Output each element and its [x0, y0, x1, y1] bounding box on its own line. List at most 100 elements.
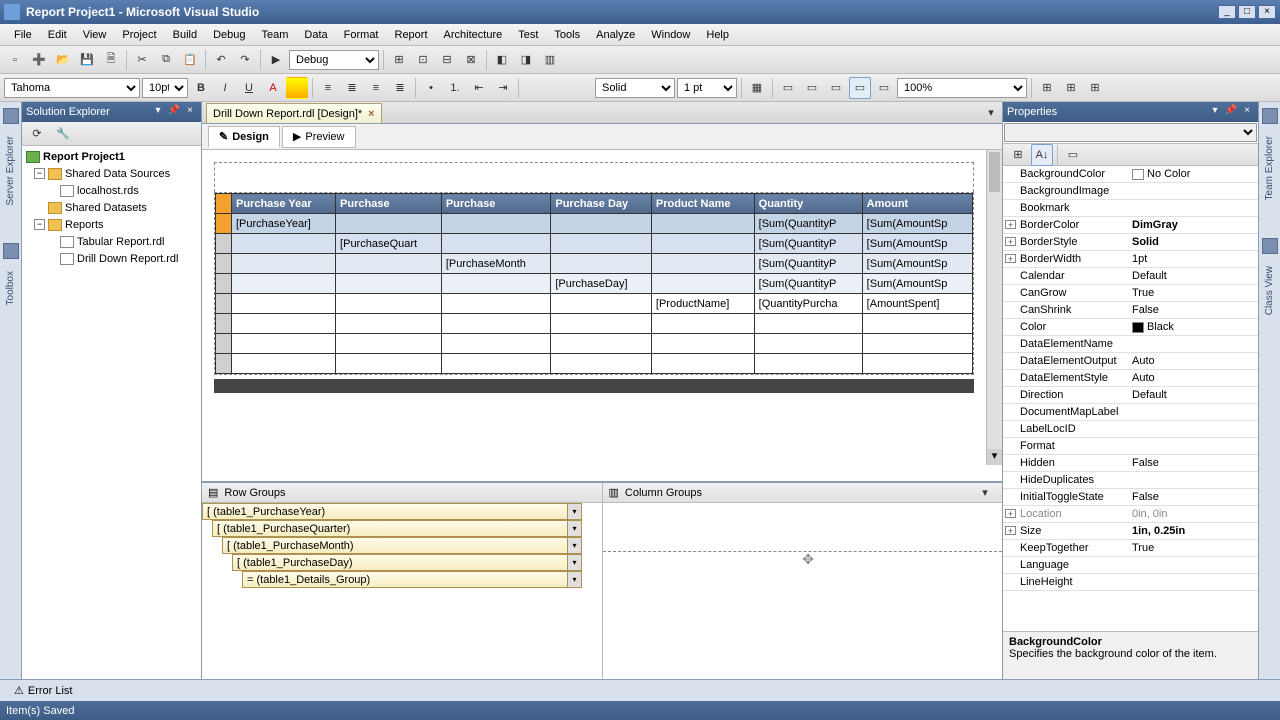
property-value[interactable]: Default	[1128, 387, 1258, 403]
property-value[interactable]	[1128, 574, 1258, 590]
layout-btn-3[interactable]: ▭	[825, 77, 847, 99]
menu-report[interactable]: Report	[387, 27, 436, 43]
tree-item[interactable]: Tabular Report.rdl	[77, 236, 164, 248]
groups-menu-button[interactable]: ▾	[974, 482, 996, 504]
font-color-button[interactable]: A	[262, 77, 284, 99]
layout-btn-4[interactable]: ▭	[849, 77, 871, 99]
tablix-cell[interactable]: [PurchaseQuart	[336, 234, 442, 254]
property-row[interactable]: CalendarDefault	[1003, 268, 1258, 285]
property-pages-button[interactable]: ▭	[1062, 144, 1084, 166]
justify-button[interactable]: ≣	[389, 77, 411, 99]
design-surface[interactable]: Purchase YearPurchasePurchasePurchase Da…	[202, 150, 1002, 481]
align-right-button[interactable]: ≡	[365, 77, 387, 99]
layout-btn-1[interactable]: ▭	[777, 77, 799, 99]
column-header[interactable]: Product Name	[651, 194, 754, 214]
property-row[interactable]: DataElementName	[1003, 336, 1258, 353]
menu-edit[interactable]: Edit	[40, 27, 75, 43]
menu-format[interactable]: Format	[336, 27, 387, 43]
tablix-cell[interactable]	[754, 354, 862, 374]
property-row[interactable]: LabelLocID	[1003, 421, 1258, 438]
row-group-item[interactable]: = (table1_Details_Group)▾	[242, 571, 582, 588]
tablix-cell[interactable]: [Sum(AmountSp	[862, 214, 972, 234]
panel-pin-button[interactable]: 📌	[1224, 105, 1238, 119]
property-value[interactable]: 1in, 0.25in	[1128, 523, 1258, 539]
tablix-cell[interactable]: [Sum(QuantityP	[754, 254, 862, 274]
tablix-cell[interactable]	[651, 334, 754, 354]
property-value[interactable]	[1128, 200, 1258, 216]
indent-button[interactable]: ⇥	[492, 77, 514, 99]
tablix-cell[interactable]: [Sum(AmountSp	[862, 234, 972, 254]
object-selector-combo[interactable]	[1004, 123, 1257, 142]
property-row[interactable]: LineHeight	[1003, 574, 1258, 591]
group-dropdown-button[interactable]: ▾	[567, 504, 581, 519]
tablix-cell[interactable]	[551, 214, 652, 234]
align-left-button[interactable]: ≡	[317, 77, 339, 99]
tablix-cell[interactable]	[651, 214, 754, 234]
property-value[interactable]: True	[1128, 540, 1258, 556]
tree-folder[interactable]: Reports	[65, 219, 104, 231]
tb-misc-2[interactable]: ⊡	[412, 49, 434, 71]
expand-toggle[interactable]: +	[1005, 509, 1016, 518]
row-group-item[interactable]: [ (table1_PurchaseYear)▾	[202, 503, 582, 520]
save-button[interactable]: 💾	[76, 49, 98, 71]
properties-button[interactable]: 🔧	[52, 123, 74, 145]
list-ol-button[interactable]: 1.	[444, 77, 466, 99]
property-value[interactable]: False	[1128, 489, 1258, 505]
property-row[interactable]: HiddenFalse	[1003, 455, 1258, 472]
tablix-cell[interactable]: [AmountSpent]	[862, 294, 972, 314]
property-row[interactable]: Bookmark	[1003, 200, 1258, 217]
layout-btn-7[interactable]: ⊞	[1060, 77, 1082, 99]
zoom-combo[interactable]: 100%	[897, 78, 1027, 98]
tablix-cell[interactable]: [ProductName]	[651, 294, 754, 314]
tablix-cell[interactable]	[754, 314, 862, 334]
tab-close-button[interactable]: ×	[368, 108, 374, 120]
tablix-cell[interactable]	[551, 234, 652, 254]
toolbox-tab[interactable]: Toolbox	[5, 271, 16, 305]
menu-window[interactable]: Window	[643, 27, 698, 43]
row-handle[interactable]	[216, 334, 232, 354]
tablix-cell[interactable]	[551, 294, 652, 314]
tablix-cell[interactable]: [PurchaseYear]	[232, 214, 336, 234]
property-value[interactable]	[1128, 472, 1258, 488]
tablix-cell[interactable]	[441, 274, 551, 294]
property-row[interactable]: +Size1in, 0.25in	[1003, 523, 1258, 540]
group-dropdown-button[interactable]: ▾	[567, 572, 581, 587]
redo-button[interactable]: ↷	[234, 49, 256, 71]
tablix-cell[interactable]	[232, 314, 336, 334]
tablix-cell[interactable]: [Sum(QuantityP	[754, 274, 862, 294]
property-value[interactable]: True	[1128, 285, 1258, 301]
border-style-combo[interactable]: Solid	[595, 78, 675, 98]
tablix-cell[interactable]	[551, 354, 652, 374]
property-row[interactable]: +Location0in, 0in	[1003, 506, 1258, 523]
row-handle[interactable]	[216, 294, 232, 314]
class-view-icon[interactable]	[1262, 238, 1278, 254]
property-row[interactable]: KeepTogetherTrue	[1003, 540, 1258, 557]
group-dropdown-button[interactable]: ▾	[567, 538, 581, 553]
tb-misc-6[interactable]: ◨	[515, 49, 537, 71]
tablix-cell[interactable]	[232, 234, 336, 254]
italic-button[interactable]: I	[214, 77, 236, 99]
panel-pin-button[interactable]: 📌	[167, 105, 181, 119]
undo-button[interactable]: ↶	[210, 49, 232, 71]
tb-misc-4[interactable]: ⊠	[460, 49, 482, 71]
back-color-button[interactable]	[286, 77, 308, 99]
tablix-cell[interactable]: [QuantityPurcha	[754, 294, 862, 314]
column-header[interactable]: Purchase	[336, 194, 442, 214]
property-row[interactable]: CanShrinkFalse	[1003, 302, 1258, 319]
configuration-combo[interactable]: Debug	[289, 50, 379, 70]
group-dropdown-button[interactable]: ▾	[567, 555, 581, 570]
tablix-cell[interactable]	[336, 274, 442, 294]
tablix-cell[interactable]	[651, 254, 754, 274]
menu-test[interactable]: Test	[510, 27, 546, 43]
font-size-combo[interactable]: 10pt	[142, 78, 188, 98]
tree-item[interactable]: localhost.rds	[77, 185, 139, 197]
tablix-cell[interactable]	[232, 294, 336, 314]
tablix-cell[interactable]	[336, 294, 442, 314]
row-handle[interactable]	[216, 254, 232, 274]
tab-overflow-button[interactable]: ▾	[980, 101, 1002, 123]
minimize-button[interactable]: _	[1218, 5, 1236, 19]
tablix-cell[interactable]	[441, 294, 551, 314]
list-ul-button[interactable]: •	[420, 77, 442, 99]
border-width-combo[interactable]: 1 pt	[677, 78, 737, 98]
property-value[interactable]	[1128, 421, 1258, 437]
